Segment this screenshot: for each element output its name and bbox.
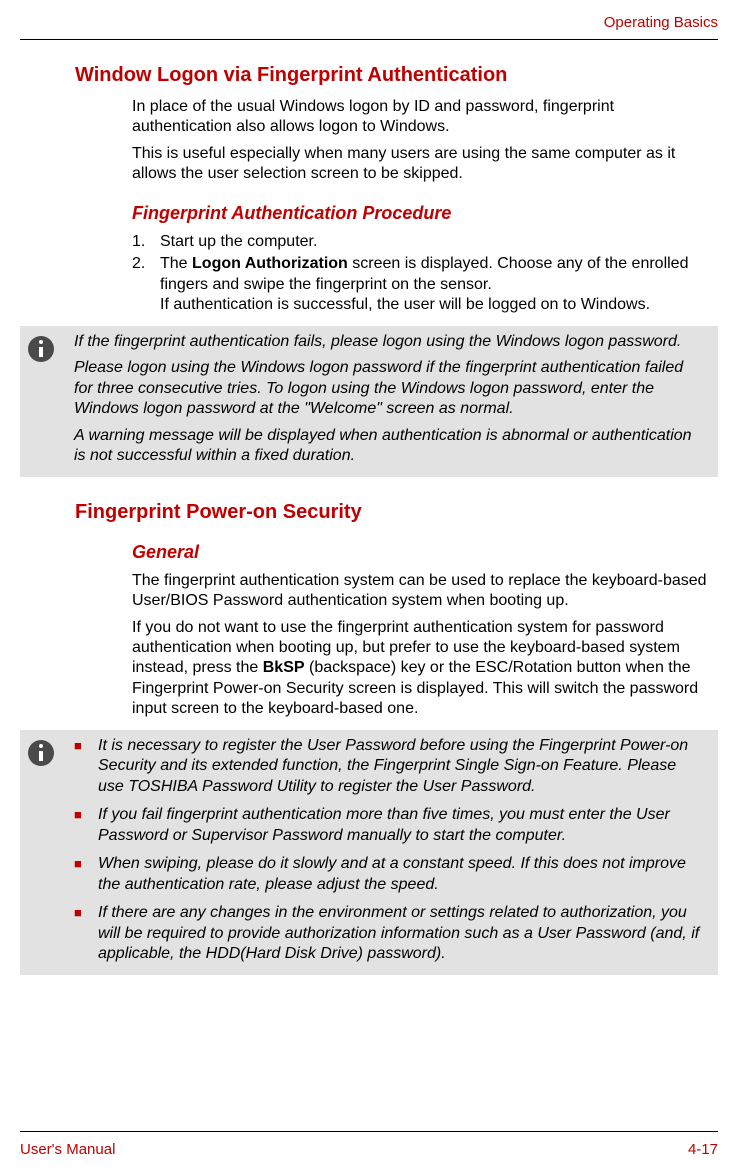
bullet-text: It is necessary to register the User Pas… <box>98 736 706 797</box>
ordered-list: 1. Start up the computer. 2. The Logon A… <box>132 232 718 316</box>
bullet-text: When swiping, please do it slowly and at… <box>98 854 706 895</box>
note-content: ■ It is necessary to register the User P… <box>66 736 706 965</box>
list-item: ■ If you fail fingerprint authentication… <box>74 805 706 846</box>
list-item: ■ If there are any changes in the enviro… <box>74 903 706 964</box>
footer-left: User's Manual <box>20 1141 115 1158</box>
note-box: If the fingerprint authentication fails,… <box>20 326 718 477</box>
paragraph: This is useful especially when many user… <box>132 144 718 185</box>
note-paragraph: If the fingerprint authentication fails,… <box>74 332 706 352</box>
paragraph: In place of the usual Windows logon by I… <box>132 97 718 138</box>
note-content: If the fingerprint authentication fails,… <box>66 332 706 467</box>
bullet-marker-icon: ■ <box>74 805 98 846</box>
list-text: The Logon Authorization screen is displa… <box>160 254 718 315</box>
info-icon <box>28 336 54 362</box>
list-item: 2. The Logon Authorization screen is dis… <box>132 254 718 315</box>
header-rule <box>20 39 718 40</box>
footer-rule <box>20 1131 718 1132</box>
note-paragraph: A warning message will be displayed when… <box>74 426 706 467</box>
info-icon <box>28 740 54 766</box>
paragraph: If you do not want to use the fingerprin… <box>132 618 718 720</box>
list-number: 2. <box>132 254 160 315</box>
bold-text: BkSP <box>263 659 305 676</box>
text-run: If authentication is successful, the use… <box>160 296 650 313</box>
bullet-list: ■ It is necessary to register the User P… <box>74 736 706 965</box>
note-box: ■ It is necessary to register the User P… <box>20 730 718 975</box>
bullet-marker-icon: ■ <box>74 736 98 797</box>
heading-general: General <box>132 542 718 563</box>
list-text: Start up the computer. <box>160 232 718 252</box>
text-run: The <box>160 255 192 272</box>
paragraph: The fingerprint authentication system ca… <box>132 571 718 612</box>
bold-text: Logon Authorization <box>192 255 348 272</box>
list-number: 1. <box>132 232 160 252</box>
page-content: Window Logon via Fingerprint Authenticat… <box>0 64 738 975</box>
info-icon-wrap <box>28 736 66 965</box>
list-item: 1. Start up the computer. <box>132 232 718 252</box>
note-paragraph: Please logon using the Windows logon pas… <box>74 358 706 419</box>
page-footer: User's Manual 4-17 <box>20 1141 718 1158</box>
heading-power-on: Fingerprint Power-on Security <box>75 501 718 524</box>
info-icon-wrap <box>28 332 66 467</box>
footer-right: 4-17 <box>688 1141 718 1158</box>
list-item: ■ It is necessary to register the User P… <box>74 736 706 797</box>
bullet-marker-icon: ■ <box>74 854 98 895</box>
bullet-text: If there are any changes in the environm… <box>98 903 706 964</box>
heading-procedure: Fingerprint Authentication Procedure <box>132 203 718 224</box>
page-header-section: Operating Basics <box>0 0 738 39</box>
bullet-marker-icon: ■ <box>74 903 98 964</box>
heading-window-logon: Window Logon via Fingerprint Authenticat… <box>75 64 718 87</box>
list-item: ■ When swiping, please do it slowly and … <box>74 854 706 895</box>
bullet-text: If you fail fingerprint authentication m… <box>98 805 706 846</box>
